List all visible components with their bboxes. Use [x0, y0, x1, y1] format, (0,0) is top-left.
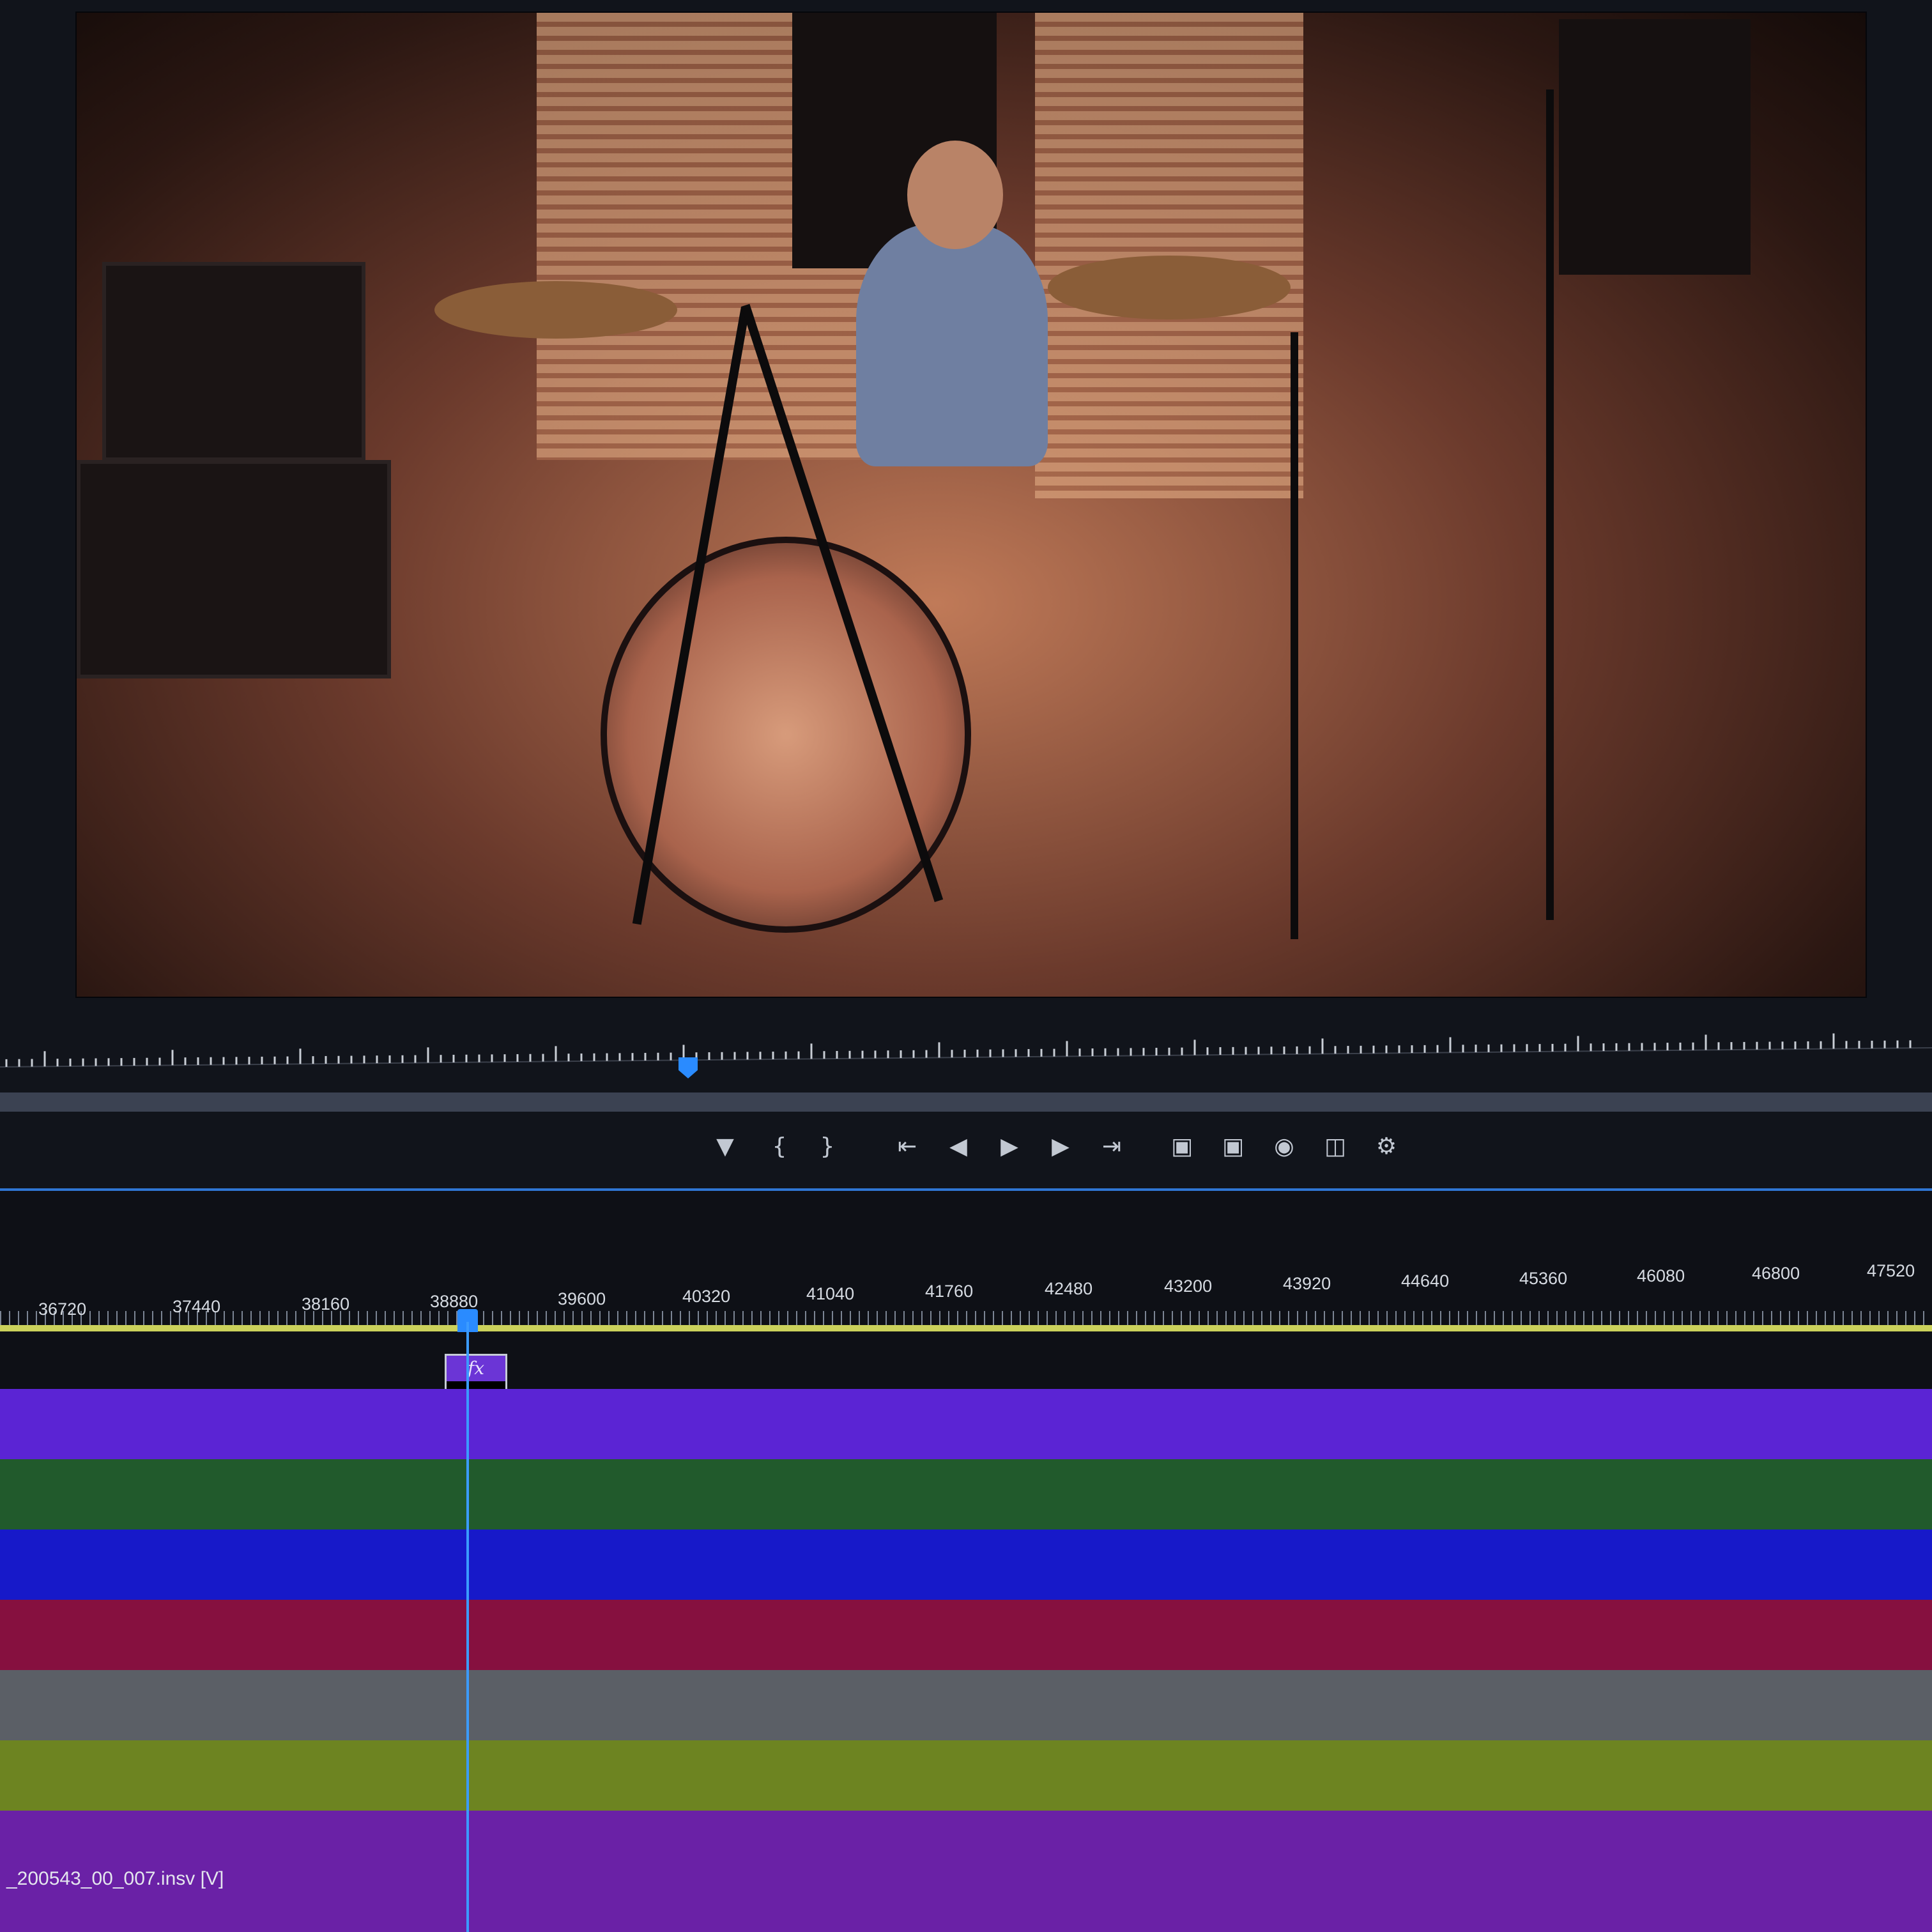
insert-icon[interactable]: ▣	[1166, 1131, 1198, 1163]
monitor-time-ruler[interactable]	[0, 1022, 1932, 1080]
ruler-label: 42480	[1045, 1279, 1093, 1298]
monitor-playhead-icon[interactable]	[678, 1057, 698, 1078]
ruler-label: 37440	[172, 1297, 221, 1316]
track-video-clip[interactable]	[0, 1811, 1932, 1932]
settings-icon[interactable]: ⚙	[1370, 1131, 1402, 1163]
ruler-label: 38160	[302, 1294, 350, 1314]
step-forward-icon[interactable]: ▶	[1045, 1131, 1077, 1163]
playhead-line[interactable]	[466, 1322, 469, 1932]
transport-controls: ▼ { } ⇤ ◀ ▶ ▶ ⇥ ▣ ▣ ◉ ◫ ⚙	[0, 1112, 1932, 1188]
ruler-label: 39600	[558, 1289, 606, 1308]
comparison-view-icon[interactable]: ◫	[1319, 1131, 1351, 1163]
ruler-label: 43920	[1283, 1274, 1331, 1293]
ruler-label: 44640	[1401, 1271, 1450, 1291]
track-red[interactable]	[0, 1600, 1932, 1670]
bass-drum	[601, 537, 971, 933]
program-monitor	[0, 0, 1932, 1195]
timeline-ruler-ticks	[0, 1311, 1932, 1325]
timeline-panel[interactable]: 36720 37440 38160 38880 39600 40320 4104…	[0, 1191, 1932, 1932]
amp-cabinet	[77, 460, 391, 678]
go-to-in-icon[interactable]: ⇤	[891, 1131, 923, 1163]
dark-window	[1559, 19, 1751, 275]
work-area-bar[interactable]	[0, 1325, 1932, 1331]
ruler-label: 41760	[925, 1282, 974, 1301]
ruler-label: 47520	[1867, 1261, 1915, 1280]
amplifier	[102, 262, 365, 461]
ruler-label: 36720	[38, 1300, 87, 1319]
mark-in-icon[interactable]: {	[763, 1131, 795, 1163]
track-gray[interactable]	[0, 1670, 1932, 1740]
zoom-scrollbar[interactable]	[0, 1092, 1932, 1112]
video-preview[interactable]	[77, 13, 1866, 997]
mic-stand	[1546, 89, 1554, 920]
ruler-label: 43200	[1164, 1276, 1213, 1296]
step-back-icon[interactable]: ◀	[942, 1131, 974, 1163]
ruler-label: 45360	[1519, 1269, 1568, 1288]
fx-badge: fx	[447, 1356, 505, 1381]
marker-icon[interactable]: ▼	[709, 1131, 741, 1163]
track-purple[interactable]	[0, 1389, 1932, 1459]
ruler-label: 40320	[682, 1287, 731, 1306]
overwrite-icon[interactable]: ▣	[1217, 1131, 1249, 1163]
track-blue[interactable]	[0, 1529, 1932, 1600]
drummer-head	[907, 141, 1003, 249]
mic-stand	[1291, 332, 1298, 939]
export-frame-icon[interactable]: ◉	[1268, 1131, 1300, 1163]
go-to-out-icon[interactable]: ⇥	[1096, 1131, 1128, 1163]
mark-out-icon[interactable]: }	[811, 1131, 843, 1163]
clip-name: _200543_00_007.insv [V]	[6, 1868, 224, 1889]
ruler-label: 41040	[806, 1284, 855, 1303]
track-olive[interactable]	[0, 1740, 1932, 1811]
ruler-label: 46800	[1752, 1264, 1800, 1283]
cymbal	[434, 281, 677, 339]
track-green[interactable]	[0, 1459, 1932, 1529]
drummer	[856, 224, 1048, 466]
play-icon[interactable]: ▶	[993, 1131, 1025, 1163]
ruler-label: 46080	[1637, 1266, 1685, 1285]
cymbal	[1048, 256, 1291, 319]
